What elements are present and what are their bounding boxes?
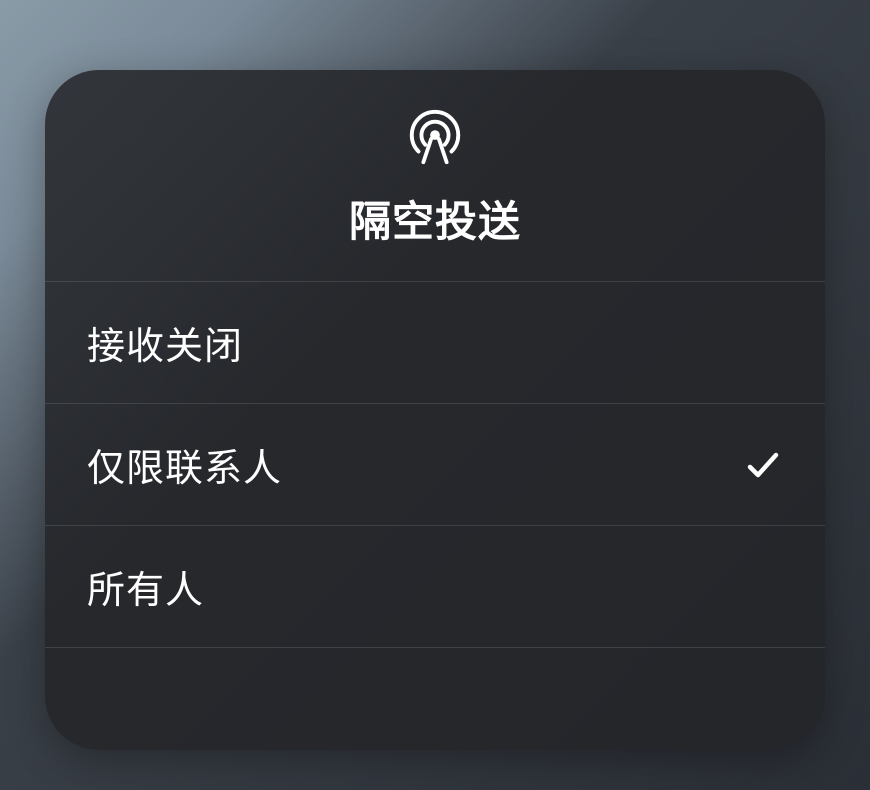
airdrop-icon — [404, 106, 466, 168]
panel-title: 隔空投送 — [349, 188, 521, 249]
option-receiving-off[interactable]: 接收关闭 — [45, 282, 825, 404]
panel-header: 隔空投送 — [45, 70, 825, 282]
options-list: 接收关闭 仅限联系人 所有人 — [45, 282, 825, 750]
option-label: 接收关闭 — [87, 315, 243, 370]
option-label: 所有人 — [87, 559, 204, 614]
checkmark-icon — [743, 445, 783, 485]
option-everyone[interactable]: 所有人 — [45, 526, 825, 648]
airdrop-settings-panel: 隔空投送 接收关闭 仅限联系人 所有人 — [45, 70, 825, 750]
option-label: 仅限联系人 — [87, 437, 282, 492]
option-contacts-only[interactable]: 仅限联系人 — [45, 404, 825, 526]
